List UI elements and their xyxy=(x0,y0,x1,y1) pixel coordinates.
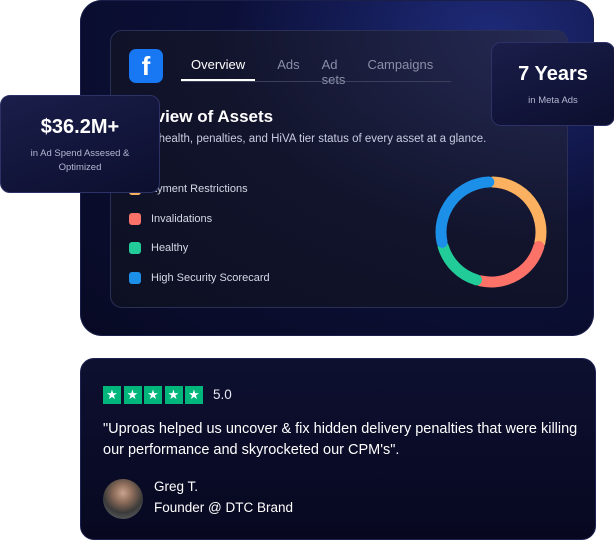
legend-label: High Security Scorecard xyxy=(151,271,270,284)
tab-overview[interactable]: Overview xyxy=(181,57,256,81)
avatar xyxy=(103,479,143,519)
author-role: Founder @ DTC Brand xyxy=(154,500,294,515)
donut-slice-healthy xyxy=(437,241,482,286)
experience-caption: in Meta Ads xyxy=(528,95,578,106)
legend-item-healthy: Healthy xyxy=(129,240,270,256)
star-icon: ★ xyxy=(185,386,203,404)
donut-slice-invalidations xyxy=(475,241,545,288)
donut-slice-payment-restrictions xyxy=(487,176,547,248)
star-icon: ★ xyxy=(103,386,121,404)
legend-label: Invalidations xyxy=(151,212,213,225)
ad-spend-stat-card: $36.2M+ in Ad Spend Assesed & Optimized xyxy=(0,95,160,193)
star-icon: ★ xyxy=(144,386,162,404)
facebook-logo-icon: f xyxy=(129,49,163,83)
experience-value: 7 Years xyxy=(518,63,588,85)
donut-slice-high-security-scorecard xyxy=(435,176,495,248)
star-icon: ★ xyxy=(164,386,183,404)
author-name: Greg T. xyxy=(154,479,199,494)
dashboard-tabs: Overview Ads Ad sets Campaigns xyxy=(181,57,451,87)
legend-swatch xyxy=(129,212,141,225)
legend-swatch xyxy=(129,271,141,284)
star-icon: ★ xyxy=(123,386,142,404)
legend-item-invalidations: Invalidations xyxy=(129,211,270,227)
review-card: ★ ★ ★ ★ ★ 5.0 "Uproas helped us uncover … xyxy=(80,358,596,540)
ad-spend-value: $36.2M+ xyxy=(40,116,120,138)
rating-value: 5.0 xyxy=(213,387,232,402)
star-rating: ★ ★ ★ ★ ★ xyxy=(103,386,206,404)
legend-swatch xyxy=(129,242,141,254)
ad-spend-caption: in Ad Spend Assesed & Optimized xyxy=(30,148,130,173)
tab-campaigns[interactable]: Campaigns xyxy=(367,57,433,81)
chart-legend: ayment Restrictions Invalidations Health… xyxy=(129,181,270,299)
legend-label: ayment Restrictions xyxy=(151,183,248,195)
tab-ad-sets[interactable]: Ad sets xyxy=(322,57,346,87)
review-quote: "Uproas helped us uncover & fix hidden d… xyxy=(103,421,578,458)
page-title: rview of Assets xyxy=(149,107,274,126)
legend-item-high-security-scorecard: High Security Scorecard xyxy=(129,270,270,286)
assets-donut-chart xyxy=(435,176,547,288)
tab-ads[interactable]: Ads xyxy=(277,57,299,81)
page-subtitle: e health, penalties, and HiVA tier statu… xyxy=(149,133,487,145)
legend-label: Healthy xyxy=(151,242,189,254)
experience-stat-card: 7 Years in Meta Ads xyxy=(491,42,614,126)
